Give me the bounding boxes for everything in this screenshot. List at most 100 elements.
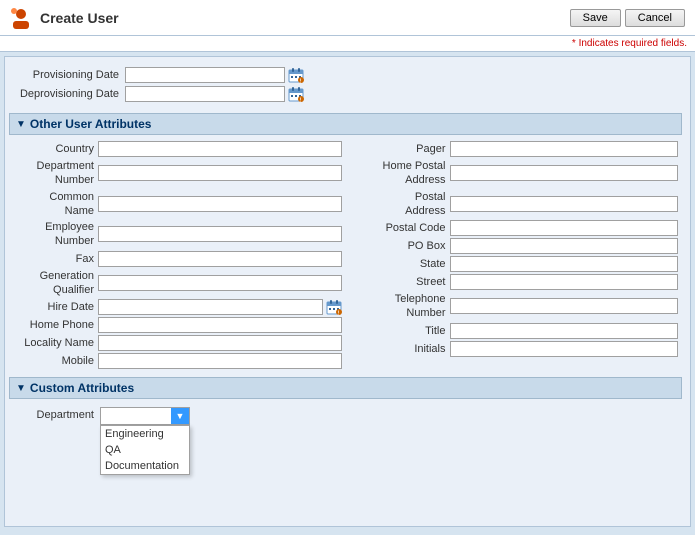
po-box-input-wrap <box>450 238 679 254</box>
other-attributes-title: Other User Attributes <box>30 117 152 131</box>
po-box-label: PO Box <box>350 239 450 253</box>
dropdown-arrow-icon[interactable]: ▼ <box>171 408 189 424</box>
provisioning-section: Provisioning Date ! <box>9 63 682 109</box>
country-input[interactable] <box>98 141 342 157</box>
telephone-input-wrap <box>450 298 679 314</box>
pager-input-wrap <box>450 141 679 157</box>
custom-attributes-section-header[interactable]: ▼ Custom Attributes <box>9 377 682 399</box>
initials-input-wrap <box>450 341 679 357</box>
dept-number-label: DepartmentNumber <box>13 159 98 188</box>
postal-code-input-wrap <box>450 220 679 236</box>
field-row-fax: Fax <box>13 251 342 267</box>
employee-number-label: EmployeeNumber <box>13 220 98 249</box>
home-postal-input[interactable] <box>450 165 679 181</box>
pager-input[interactable] <box>450 141 679 157</box>
street-input[interactable] <box>450 274 679 290</box>
provisioning-date-field: ! <box>125 67 304 83</box>
field-row-dept-number: DepartmentNumber <box>13 159 342 188</box>
field-row-state: State <box>350 256 679 272</box>
home-postal-input-wrap <box>450 165 679 181</box>
required-note: * Indicates required fields. <box>0 36 695 52</box>
deprovisioning-date-input[interactable] <box>125 86 285 102</box>
generation-qualifier-label: GenerationQualifier <box>13 269 98 298</box>
field-row-title: Title <box>350 323 679 339</box>
deprovisioning-date-field: ! <box>125 86 304 102</box>
dept-number-input-wrap <box>98 165 342 181</box>
hire-date-input[interactable] <box>98 299 323 315</box>
mobile-input[interactable] <box>98 353 342 369</box>
fax-input[interactable] <box>98 251 342 267</box>
department-dropdown-list: Engineering QA Documentation <box>100 425 190 475</box>
postal-address-label: PostalAddress <box>350 190 450 219</box>
field-row-locality-name: Locality Name <box>13 335 342 351</box>
title-buttons: Save Cancel <box>570 9 685 27</box>
provisioning-date-input[interactable] <box>125 67 285 83</box>
postal-address-input[interactable] <box>450 196 679 212</box>
po-box-input[interactable] <box>450 238 679 254</box>
pager-label: Pager <box>350 142 450 156</box>
department-custom-label: Department <box>15 407 100 421</box>
state-input[interactable] <box>450 256 679 272</box>
provisioning-date-row: Provisioning Date ! <box>15 67 676 83</box>
dept-number-input[interactable] <box>98 165 342 181</box>
field-row-common-name: CommonName <box>13 190 342 219</box>
dropdown-option-documentation[interactable]: Documentation <box>101 458 189 474</box>
deprovisioning-calendar-icon[interactable]: ! <box>288 86 304 102</box>
title-bar: Create User Save Cancel <box>0 0 695 36</box>
country-input-wrap <box>98 141 342 157</box>
title-input-wrap <box>450 323 679 339</box>
cancel-button[interactable]: Cancel <box>625 9 685 27</box>
locality-name-input-wrap <box>98 335 342 351</box>
street-input-wrap <box>450 274 679 290</box>
dropdown-option-qa[interactable]: QA <box>101 442 189 458</box>
hire-date-label: Hire Date <box>13 300 98 314</box>
postal-code-input[interactable] <box>450 220 679 236</box>
locality-name-input[interactable] <box>98 335 342 351</box>
field-row-postal-code: Postal Code <box>350 220 679 236</box>
locality-name-label: Locality Name <box>13 336 98 350</box>
street-label: Street <box>350 275 450 289</box>
hire-date-calendar-icon[interactable]: ! <box>326 299 342 315</box>
other-attributes-body: Country DepartmentNumber CommonName <box>9 139 682 373</box>
field-row-country: Country <box>13 141 342 157</box>
department-select-display[interactable]: ▼ <box>100 407 190 425</box>
state-label: State <box>350 257 450 271</box>
department-dropdown-wrapper: ▼ Engineering QA Documentation <box>100 407 190 425</box>
deprovisioning-date-row: Deprovisioning Date ! <box>15 86 676 102</box>
deprovisioning-date-label: Deprovisioning Date <box>15 88 125 100</box>
scroll-content[interactable]: Provisioning Date ! <box>5 57 690 526</box>
field-row-generation-qualifier: GenerationQualifier <box>13 269 342 298</box>
hire-date-input-wrap: ! <box>98 299 342 315</box>
title-left: Create User <box>10 7 119 29</box>
custom-attributes-title: Custom Attributes <box>30 381 134 395</box>
field-row-initials: Initials <box>350 341 679 357</box>
provisioning-calendar-icon[interactable]: ! <box>288 67 304 83</box>
field-row-home-phone: Home Phone <box>13 317 342 333</box>
dropdown-option-engineering[interactable]: Engineering <box>101 426 189 442</box>
page-title: Create User <box>40 10 119 26</box>
field-row-employee-number: EmployeeNumber <box>13 220 342 249</box>
home-phone-input[interactable] <box>98 317 342 333</box>
custom-attributes-body: Department ▼ Engineering QA Documentatio… <box>9 403 682 431</box>
title-input[interactable] <box>450 323 679 339</box>
save-button[interactable]: Save <box>570 9 621 27</box>
other-attributes-section-header[interactable]: ▼ Other User Attributes <box>9 113 682 135</box>
title-label: Title <box>350 324 450 338</box>
state-input-wrap <box>450 256 679 272</box>
common-name-input-wrap <box>98 196 342 212</box>
fax-label: Fax <box>13 252 98 266</box>
initials-input[interactable] <box>450 341 679 357</box>
other-attributes-arrow: ▼ <box>16 119 26 130</box>
home-phone-input-wrap <box>98 317 342 333</box>
right-column: Pager Home PostalAddress PostalAddress <box>346 139 683 373</box>
initials-label: Initials <box>350 342 450 356</box>
telephone-input[interactable] <box>450 298 679 314</box>
custom-attributes-arrow: ▼ <box>16 383 26 394</box>
common-name-input[interactable] <box>98 196 342 212</box>
generation-qualifier-input[interactable] <box>98 275 342 291</box>
field-row-home-postal: Home PostalAddress <box>350 159 679 188</box>
home-phone-label: Home Phone <box>13 318 98 332</box>
common-name-label: CommonName <box>13 190 98 219</box>
employee-number-input[interactable] <box>98 226 342 242</box>
field-row-po-box: PO Box <box>350 238 679 254</box>
